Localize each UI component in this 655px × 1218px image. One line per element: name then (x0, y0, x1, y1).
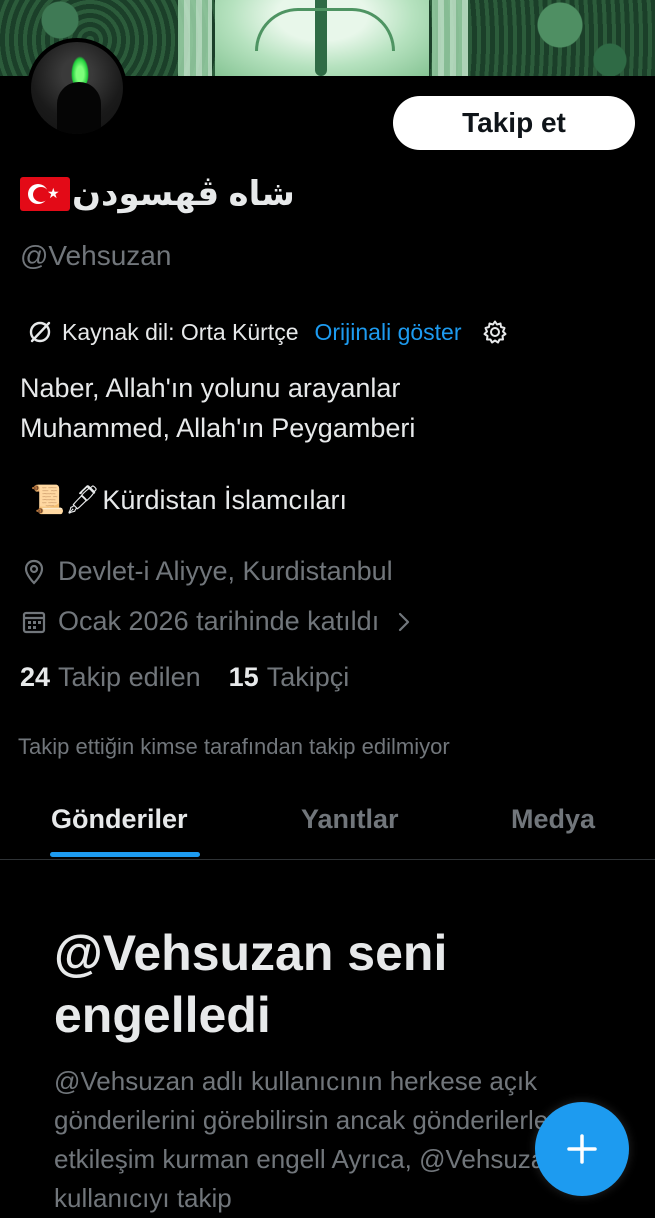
translate-icon (29, 321, 51, 343)
calendar-icon (22, 611, 46, 633)
banner-center-image (215, 0, 429, 76)
joined-text: Ocak 2026 tarihinde katıldı (58, 606, 380, 636)
location-text: Devlet-i Aliyye, Kurdistanbul (58, 556, 393, 586)
bio-line: Naber, Allah'ın yolunu arayanlar (20, 373, 401, 403)
follow-counts: 24 Takip edilen 15 Takipçi (20, 662, 349, 693)
plus-icon (567, 1134, 597, 1164)
scroll-pen-emoji: 📜🖋 (30, 484, 101, 515)
active-tab-indicator (50, 852, 200, 857)
avatar[interactable] (27, 38, 127, 138)
blocked-description: @Vehsuzan adlı kullanıcının herkese açık… (54, 1066, 609, 1213)
not-followed-notice: Takip ettiğin kimse tarafından takip edi… (18, 734, 450, 759)
tab-posts[interactable]: Gönderiler (51, 804, 188, 835)
compose-post-button[interactable] (535, 1102, 629, 1196)
chevron-right-icon (399, 612, 410, 631)
location-row: Devlet-i Aliyye, Kurdistanbul (20, 556, 393, 587)
bio: Naber, Allah'ın yolunu arayanlar Muhamme… (20, 368, 415, 448)
bio-line-3: 📜🖋 Kürdistan İslamcıları (30, 480, 347, 520)
translation-row: Kaynak dil: Orta Kürtçe Orijinali göster (26, 316, 508, 348)
user-handle: @Vehsuzan (20, 240, 172, 271)
source-language-label: Kaynak dil: Orta Kürtçe (62, 318, 299, 345)
followers-label: Takipçi (266, 662, 350, 692)
display-name-text: شاه ڤهسودن (72, 175, 295, 213)
tab-replies[interactable]: Yanıtlar (301, 804, 399, 835)
following-link[interactable]: 24 Takip edilen (20, 662, 201, 693)
following-count: 24 (20, 662, 51, 692)
bio-line: Muhammed, Allah'ın Peygamberi (20, 413, 416, 443)
banner-panel (178, 0, 212, 76)
show-original-link[interactable]: Orijinali göster (315, 319, 462, 346)
follow-button[interactable]: Takip et (393, 96, 635, 150)
blocked-title: @Vehsuzan seni engelledi (54, 925, 448, 1043)
profile-tabs: Gönderiler Yanıtlar Medya (0, 790, 655, 860)
banner-panel (432, 0, 468, 76)
gear-icon[interactable] (482, 319, 508, 345)
turkey-flag-icon: ★ (20, 177, 70, 211)
followers-link[interactable]: 15 Takipçi (229, 662, 350, 693)
tab-media[interactable]: Medya (511, 804, 595, 835)
avatar-figure (57, 82, 101, 134)
location-pin-icon (24, 559, 44, 585)
following-label: Takip edilen (58, 662, 201, 692)
display-name: ★ شاه ڤهسودن (20, 172, 295, 216)
bio-line: Kürdistan İslamcıları (102, 485, 348, 515)
joined-row[interactable]: Ocak 2026 tarihinde katıldı (20, 606, 425, 637)
followers-count: 15 (228, 662, 259, 692)
